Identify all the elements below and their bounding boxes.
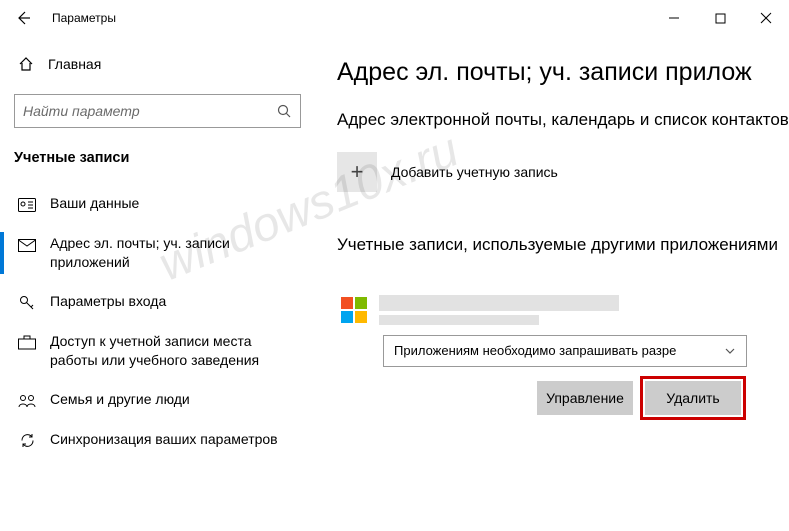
- add-account-row[interactable]: + Добавить учетную запись: [337, 152, 789, 192]
- sidebar-item-label: Доступ к учетной записи места работы или…: [50, 332, 297, 370]
- close-button[interactable]: [743, 0, 789, 36]
- page-title: Адрес эл. почты; уч. записи прилож: [337, 58, 789, 87]
- search-input[interactable]: Найти параметр: [14, 94, 301, 128]
- section-heading-email: Адрес электронной почты, календарь и спи…: [337, 109, 789, 132]
- maximize-button[interactable]: [697, 0, 743, 36]
- home-label: Главная: [48, 56, 101, 72]
- person-card-icon: [18, 196, 36, 214]
- search-placeholder: Найти параметр: [23, 103, 276, 119]
- sidebar-item-label: Параметры входа: [50, 292, 166, 311]
- briefcase-icon: [18, 334, 36, 352]
- sidebar-item-label: Семья и другие люди: [50, 390, 190, 409]
- minimize-button[interactable]: [651, 0, 697, 36]
- delete-button-label: Удалить: [666, 390, 719, 406]
- section-heading-other-apps: Учетные записи, используемые другими при…: [337, 234, 789, 257]
- mail-icon: [18, 236, 36, 254]
- sidebar-item-signin-options[interactable]: Параметры входа: [14, 282, 301, 322]
- search-icon: [276, 103, 292, 119]
- window-title: Параметры: [46, 11, 116, 25]
- sync-icon: [18, 432, 36, 450]
- sidebar-item-sync[interactable]: Синхронизация ваших параметров: [14, 420, 301, 460]
- account-block: Приложениям необходимо запрашивать разре…: [337, 277, 757, 415]
- account-permission-dropdown[interactable]: Приложениям необходимо запрашивать разре: [383, 335, 747, 367]
- sidebar-item-family[interactable]: Семья и другие люди: [14, 380, 301, 420]
- sidebar-item-email-accounts[interactable]: Адрес эл. почты; уч. записи приложений: [14, 224, 301, 282]
- dropdown-value: Приложениям необходимо запрашивать разре: [394, 343, 676, 358]
- sidebar-item-work-access[interactable]: Доступ к учетной записи места работы или…: [14, 322, 301, 380]
- plus-icon: +: [337, 152, 377, 192]
- section-header: Учетные записи: [14, 150, 301, 184]
- back-button[interactable]: [0, 0, 46, 36]
- key-icon: [18, 294, 36, 312]
- microsoft-logo-icon: [341, 297, 367, 323]
- people-icon: [18, 392, 36, 410]
- manage-button[interactable]: Управление: [537, 381, 633, 415]
- manage-button-label: Управление: [546, 390, 624, 406]
- delete-button[interactable]: Удалить: [645, 381, 741, 415]
- sidebar-item-label: Ваши данные: [50, 194, 139, 213]
- home-nav[interactable]: Главная: [14, 44, 301, 84]
- add-account-label: Добавить учетную запись: [391, 164, 558, 180]
- account-redacted-name: [379, 295, 747, 325]
- sidebar-item-label: Синхронизация ваших параметров: [50, 430, 278, 449]
- sidebar-item-label: Адрес эл. почты; уч. записи приложений: [50, 234, 297, 272]
- home-icon: [18, 56, 34, 72]
- sidebar-item-your-info[interactable]: Ваши данные: [14, 184, 301, 224]
- chevron-down-icon: [724, 345, 736, 357]
